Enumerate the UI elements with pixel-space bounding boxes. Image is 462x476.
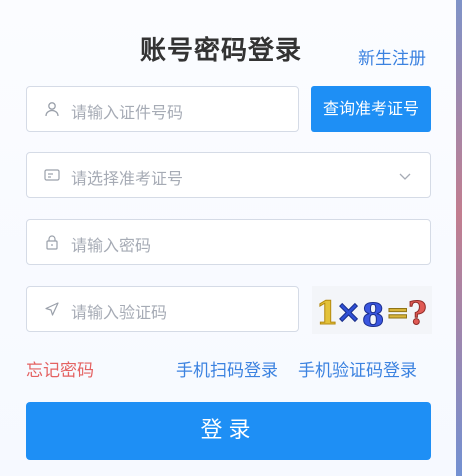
id-number-placeholder: 请输入证件号码 [71, 103, 184, 122]
user-icon [45, 102, 59, 117]
captcha-graphic: 1 × 8 = ? [316, 294, 428, 335]
scan-login-link[interactable]: 手机扫码登录 [176, 356, 278, 381]
svg-text:?: ? [408, 294, 427, 332]
navigation-icon [45, 302, 59, 316]
background-edge [456, 0, 462, 476]
exam-number-select[interactable]: 请选择准考证号 [26, 152, 431, 198]
register-link[interactable]: 新生注册 [358, 44, 426, 69]
captcha-placeholder: 请输入验证码 [71, 303, 168, 322]
exam-number-placeholder: 请选择准考证号 [71, 169, 184, 188]
forgot-password-link[interactable]: 忘记密码 [26, 356, 94, 381]
svg-text:8: 8 [362, 296, 384, 334]
svg-text:=: = [386, 296, 409, 329]
id-card-icon [44, 169, 60, 181]
captcha-image[interactable]: 1 × 8 = ? [312, 286, 432, 335]
password-input[interactable]: 请输入密码 [26, 219, 431, 265]
login-button[interactable]: 登录 [26, 402, 431, 460]
id-number-input[interactable]: 请输入证件号码 [26, 86, 299, 132]
login-card: 账号密码登录 新生注册 请输入证件号码 查询准考证号 请选择准考证号 请输入密码 [0, 0, 456, 476]
query-exam-number-button[interactable]: 查询准考证号 [311, 86, 431, 132]
svg-text:1: 1 [316, 294, 338, 332]
password-placeholder: 请输入密码 [71, 236, 152, 255]
svg-text:×: × [336, 295, 361, 330]
page-title: 账号密码登录 [140, 36, 303, 66]
captcha-input[interactable]: 请输入验证码 [26, 286, 299, 332]
sms-login-link[interactable]: 手机验证码登录 [298, 356, 417, 381]
lock-icon [46, 235, 58, 250]
chevron-down-icon[interactable] [398, 169, 412, 183]
